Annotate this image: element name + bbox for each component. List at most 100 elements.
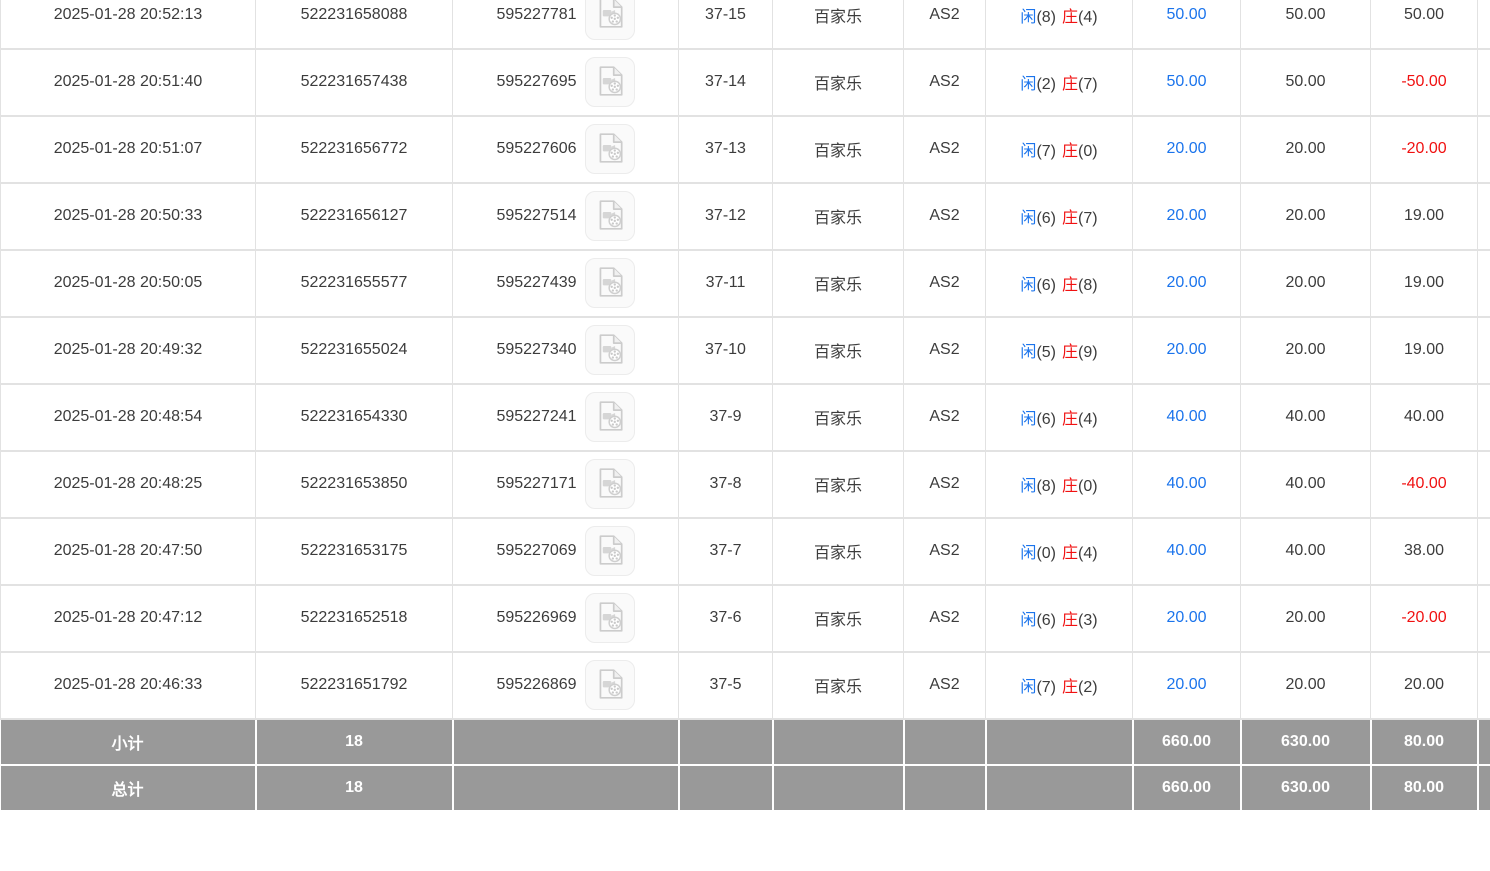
game-type-cell: 百家乐: [773, 652, 904, 719]
round-number-cell: 595227606: [453, 116, 679, 183]
bet-amount-link[interactable]: 40.00: [1133, 384, 1241, 451]
result-cell: 闲(6)庄(7): [986, 183, 1133, 250]
valid-bet-cell: 20.00: [1241, 116, 1371, 183]
game-type-cell: 百家乐: [773, 0, 904, 49]
round-wrap: 595227514: [496, 191, 634, 241]
player-result-label: 闲: [1020, 478, 1036, 495]
player-result-points: (2): [1036, 76, 1056, 93]
video-replay-button[interactable]: [585, 660, 635, 710]
table-name-cell: AS2: [904, 49, 986, 116]
valid-bet-cell: 20.00: [1241, 317, 1371, 384]
video-replay-button[interactable]: [585, 459, 635, 509]
round-number: 595226869: [496, 676, 576, 694]
total-label: 总计: [1, 765, 256, 811]
table-round-cell: 37-5: [679, 652, 773, 719]
extra-cell: [1478, 183, 1490, 250]
bet-amount-link[interactable]: 50.00: [1133, 49, 1241, 116]
subtotal-bet-total: 660.00: [1133, 719, 1241, 765]
video-replay-button[interactable]: [585, 57, 635, 107]
subtotal-empty-cell: [773, 719, 904, 765]
table-name-cell: AS2: [904, 585, 986, 652]
round-number-cell: 595227439: [453, 250, 679, 317]
bet-amount-link[interactable]: 20.00: [1133, 585, 1241, 652]
bet-amount-link[interactable]: 20.00: [1133, 183, 1241, 250]
table-name-cell: AS2: [904, 317, 986, 384]
bet-amount-link[interactable]: 40.00: [1133, 451, 1241, 518]
round-number-cell: 595227340: [453, 317, 679, 384]
video-replay-button[interactable]: [585, 124, 635, 174]
banker-result-label: 庄: [1062, 411, 1078, 428]
subtotal-empty-cell: [986, 719, 1133, 765]
order-number-cell: 522231655024: [256, 317, 453, 384]
banker-result-label: 庄: [1062, 143, 1078, 160]
valid-bet-cell: 50.00: [1241, 0, 1371, 49]
player-result-label: 闲: [1020, 9, 1036, 26]
game-type-cell: 百家乐: [773, 317, 904, 384]
valid-bet-cell: 50.00: [1241, 49, 1371, 116]
round-wrap: 595227340: [496, 325, 634, 375]
extra-cell: [1478, 652, 1490, 719]
bet-amount-link[interactable]: 20.00: [1133, 652, 1241, 719]
video-replay-icon: [593, 265, 627, 302]
round-number-cell: 595227695: [453, 49, 679, 116]
result-cell: 闲(5)庄(9): [986, 317, 1133, 384]
video-replay-icon: [593, 332, 627, 369]
banker-result-points: (4): [1078, 9, 1098, 26]
video-replay-icon: [593, 533, 627, 570]
round-wrap: 595227695: [496, 57, 634, 107]
subtotal-label: 小计: [1, 719, 256, 765]
result-cell: 闲(6)庄(3): [986, 585, 1133, 652]
video-replay-button[interactable]: [585, 258, 635, 308]
video-replay-icon: [593, 131, 627, 168]
round-wrap: 595226969: [496, 593, 634, 643]
extra-cell: [1478, 585, 1490, 652]
order-number-cell: 522231651792: [256, 652, 453, 719]
bet-time-cell: 2025-01-28 20:47:50: [1, 518, 256, 585]
table-round-cell: 37-12: [679, 183, 773, 250]
banker-result-label: 庄: [1062, 76, 1078, 93]
extra-cell: [1478, 451, 1490, 518]
subtotal-empty-cell: [904, 719, 986, 765]
video-replay-icon: [593, 64, 627, 101]
video-replay-button[interactable]: [585, 191, 635, 241]
extra-cell: [1478, 384, 1490, 451]
table-name-cell: AS2: [904, 183, 986, 250]
subtotal-row: 小计 18 660.00 630.00 80.00: [1, 719, 1490, 765]
game-type-cell: 百家乐: [773, 183, 904, 250]
win-loss-cell: 40.00: [1371, 384, 1478, 451]
game-type-cell: 百家乐: [773, 585, 904, 652]
video-replay-button[interactable]: [585, 325, 635, 375]
bet-amount-link[interactable]: 50.00: [1133, 0, 1241, 49]
bet-amount-link[interactable]: 20.00: [1133, 250, 1241, 317]
video-replay-icon: [593, 198, 627, 235]
banker-result-points: (4): [1078, 545, 1098, 562]
extra-cell: [1478, 250, 1490, 317]
table-round-cell: 37-13: [679, 116, 773, 183]
valid-bet-cell: 20.00: [1241, 585, 1371, 652]
video-replay-button[interactable]: [585, 0, 635, 40]
player-result-points: (6): [1036, 612, 1056, 629]
video-replay-button[interactable]: [585, 593, 635, 643]
round-wrap: 595226869: [496, 660, 634, 710]
bet-amount-link[interactable]: 20.00: [1133, 317, 1241, 384]
result-cell: 闲(2)庄(7): [986, 49, 1133, 116]
video-replay-button[interactable]: [585, 526, 635, 576]
video-replay-button[interactable]: [585, 392, 635, 442]
game-type-cell: 百家乐: [773, 250, 904, 317]
valid-bet-cell: 20.00: [1241, 250, 1371, 317]
banker-result-label: 庄: [1062, 210, 1078, 227]
win-loss-cell: 19.00: [1371, 183, 1478, 250]
round-wrap: 595227781: [496, 0, 634, 40]
bet-amount-link[interactable]: 20.00: [1133, 116, 1241, 183]
bet-amount-link[interactable]: 40.00: [1133, 518, 1241, 585]
round-number-cell: 595226869: [453, 652, 679, 719]
table-round-cell: 37-7: [679, 518, 773, 585]
bet-history-viewport: 2025-01-28 20:52:13 522231658088 5952277…: [0, 0, 1490, 871]
total-empty-cell: [986, 765, 1133, 811]
round-wrap: 595227439: [496, 258, 634, 308]
total-bet-total: 660.00: [1133, 765, 1241, 811]
subtotal-empty-cell: [453, 719, 679, 765]
order-number-cell: 522231653850: [256, 451, 453, 518]
order-number-cell: 522231652518: [256, 585, 453, 652]
subtotal-empty-cell: [1478, 719, 1490, 765]
